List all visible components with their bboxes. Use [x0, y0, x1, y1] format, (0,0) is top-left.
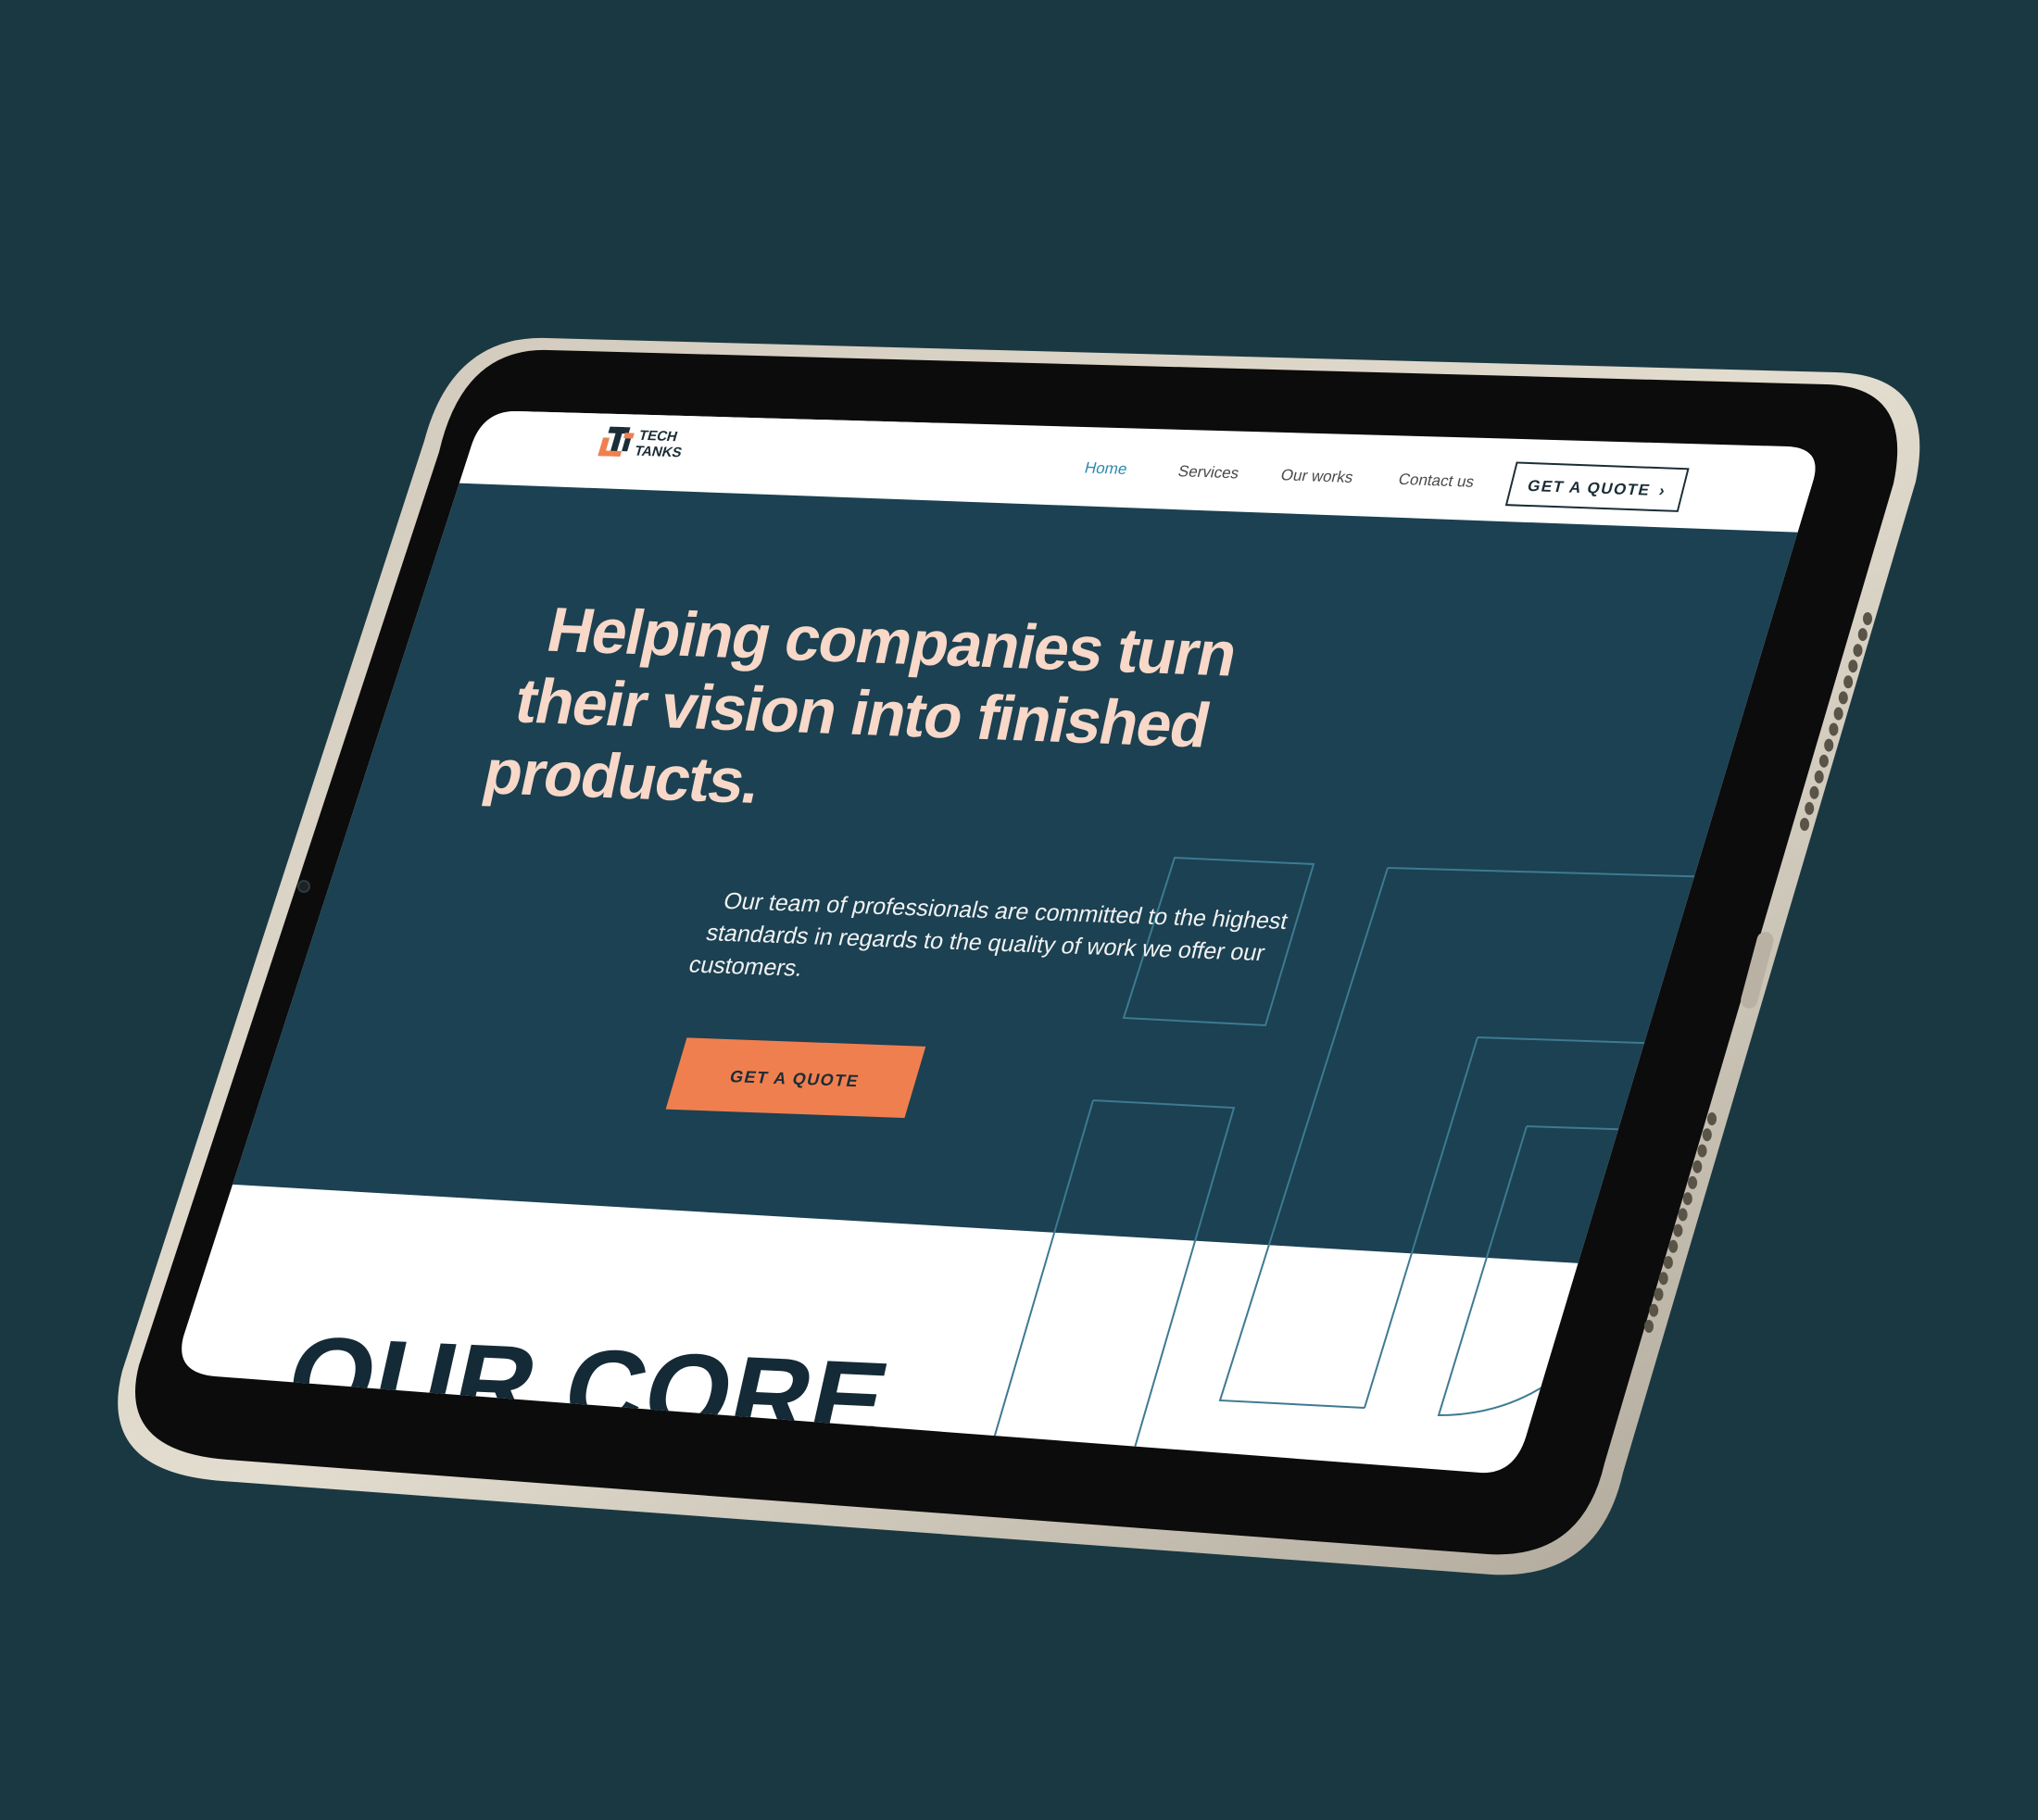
speaker-hole: [1818, 754, 1829, 768]
speaker-hole: [1663, 1256, 1673, 1270]
speaker-hole: [1673, 1224, 1683, 1237]
nav-link-home[interactable]: Home: [1083, 458, 1129, 478]
speaker-hole: [1644, 1320, 1654, 1333]
speaker-hole: [1824, 738, 1834, 752]
hero-body-line-3: customers.: [686, 952, 806, 982]
speaker-hole: [1833, 707, 1843, 721]
speaker-hole: [1658, 1272, 1668, 1286]
nav-get-quote-button[interactable]: GET A QUOTE ›: [1504, 461, 1690, 512]
speaker-hole: [1809, 785, 1819, 799]
speaker-hole: [1649, 1303, 1659, 1317]
speaker-hole: [1857, 628, 1868, 642]
speaker-hole: [1848, 659, 1858, 673]
speaker-hole: [1668, 1239, 1679, 1253]
speaker-hole: [1814, 770, 1824, 784]
hero-get-quote-button[interactable]: GET A QUOTE: [665, 1037, 926, 1119]
speaker-hole: [1800, 818, 1809, 831]
speaker-hole: [1688, 1175, 1698, 1189]
speaker-hole: [1682, 1192, 1692, 1206]
tablet-mockup: TECH TANKS Home Services Our works Conta…: [118, 337, 1920, 1575]
speaker-hole: [1843, 675, 1854, 689]
hero-headline-line-3: products.: [477, 736, 766, 817]
front-camera: [297, 880, 310, 893]
speaker-hole: [1853, 644, 1863, 658]
speaker-hole: [1707, 1112, 1717, 1125]
speaker-hole: [1863, 612, 1872, 625]
speaker-hole: [1678, 1208, 1688, 1222]
speaker-hole: [1697, 1144, 1707, 1158]
mockup-stage: TECH TANKS Home Services Our works Conta…: [0, 0, 2038, 1815]
nav-link-our-works[interactable]: Our works: [1279, 465, 1355, 485]
brand-line-1: TECH: [637, 428, 680, 445]
nav-link-services[interactable]: Services: [1176, 461, 1241, 482]
speaker-hole: [1838, 691, 1848, 705]
screen: TECH TANKS Home Services Our works Conta…: [182, 410, 1816, 1474]
nav-link-contact-us[interactable]: Contact us: [1397, 470, 1477, 491]
brand-line-2: TANKS: [633, 444, 684, 460]
speaker-hole: [1702, 1128, 1712, 1142]
speaker-hole: [1654, 1287, 1664, 1301]
speaker-hole: [1829, 722, 1839, 736]
speaker-hole: [1805, 801, 1815, 815]
speaker-hole: [1692, 1160, 1703, 1174]
